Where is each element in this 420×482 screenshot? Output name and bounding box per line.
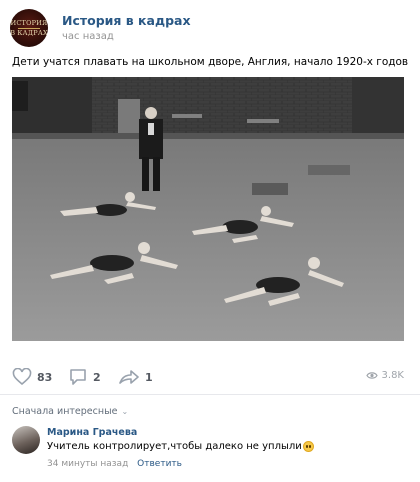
post-text: Дети учатся плавать на школьном дворе, А… [12,56,409,68]
share-count: 1 [145,370,153,384]
comment-meta: 34 минуты назад Ответить [47,459,182,469]
comments-divider [0,394,420,395]
comment-text-body: Учитель контролирует,чтобы далеко не упл… [47,441,302,452]
comments-sort-label: Сначала интересные [12,406,118,417]
eye-icon [365,372,378,379]
views-count: 3.8K [381,370,404,381]
like-count: 83 [37,370,53,384]
archival-photo-schoolyard [12,77,404,341]
heart-icon [12,368,32,386]
like-button[interactable]: 83 [12,366,52,388]
post-photo[interactable] [12,77,404,341]
comments-sort-dropdown[interactable]: Сначала интересные ⌄ [12,406,128,417]
community-name[interactable]: История в кадрах [62,13,191,28]
reply-button[interactable]: Ответить [137,459,182,469]
avatar-logo-line-1: ИСТОРИЯ [10,18,48,27]
views-counter: 3.8K [365,370,404,381]
community-avatar[interactable]: ИСТОРИЯ В КАДРАХ [10,9,48,47]
comment-author[interactable]: Марина Грачева [47,427,137,438]
post-time[interactable]: час назад [62,31,114,42]
comment-count: 2 [93,370,101,384]
comment-button[interactable]: 2 [68,366,101,388]
chevron-down-icon: ⌄ [121,407,129,416]
comment-icon [70,369,86,385]
share-button[interactable]: 1 [118,366,153,388]
post-actions: 83 2 1 3.8K [12,366,408,388]
commenter-avatar[interactable] [12,426,40,454]
avatar-logo-line-2: В КАДРАХ [10,28,48,37]
post-header: ИСТОРИЯ В КАДРАХ История в кадрах час на… [10,9,410,47]
comment-text: Учитель контролирует,чтобы далеко не упл… [47,441,314,452]
share-icon [119,370,139,384]
laughing-emoji-icon [302,441,314,452]
comment-time[interactable]: 34 минуты назад [47,459,128,469]
